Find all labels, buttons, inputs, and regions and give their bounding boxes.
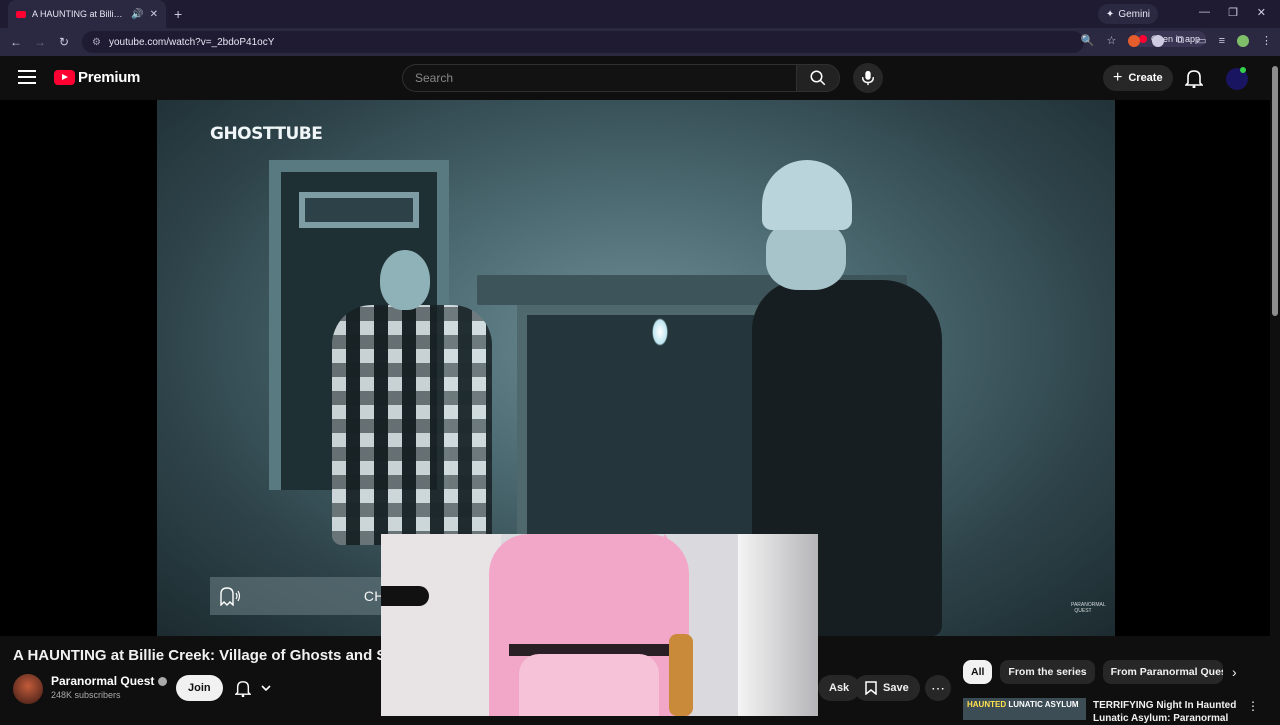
url-text: youtube.com/watch?v=_2bdoP41ocY xyxy=(108,36,275,48)
plus-icon: + xyxy=(1113,69,1123,86)
search-input[interactable]: Search xyxy=(402,64,796,92)
address-field[interactable]: ⚙ youtube.com/watch?v=_2bdoP41ocY xyxy=(82,31,1084,53)
webcam-overlay xyxy=(381,534,818,716)
recommended-thumbnail[interactable]: HAUNTED LUNATIC ASYLUM xyxy=(963,698,1086,720)
channel-name-text: Paranormal Quest xyxy=(51,674,155,688)
close-tab-icon[interactable]: ✕ xyxy=(150,9,158,20)
chevron-right-icon[interactable]: › xyxy=(1232,664,1237,680)
browser-tab[interactable]: A HAUNTING at Billie Creek 🔊 ✕ xyxy=(8,0,166,28)
thumbnail-text: HAUNTED LUNATIC ASYLUM xyxy=(967,700,1079,709)
youtube-favicon-icon xyxy=(16,10,26,18)
channel-avatar[interactable] xyxy=(13,674,43,704)
candle-flame xyxy=(652,318,668,346)
gemini-button[interactable]: ✦ Gemini xyxy=(1097,4,1158,24)
speaker-icon[interactable]: 🔊 xyxy=(131,9,143,20)
subscription-notification-button[interactable] xyxy=(225,675,281,701)
extensions-row: 🔍 ☆ ⧉ ▭ ≡ ⋮ xyxy=(1081,34,1272,47)
channel-name[interactable]: Paranormal Quest xyxy=(51,674,168,688)
search-button[interactable] xyxy=(796,64,840,92)
channel-watermark: PARANORMAL QUEST xyxy=(1071,602,1106,614)
save-button[interactable]: Save xyxy=(854,675,920,701)
ghost-icon xyxy=(220,587,241,606)
back-icon[interactable]: ← xyxy=(4,35,28,49)
extension-icon[interactable] xyxy=(1152,34,1165,47)
recommended-title[interactable]: TERRIFYING Night In Haunted Lunatic Asyl… xyxy=(1093,699,1243,725)
video-title: A HAUNTING at Billie Creek: Village of G… xyxy=(13,647,381,664)
ghosttube-logo: GHOSTTUBE xyxy=(210,124,323,144)
chevron-down-icon xyxy=(261,685,271,691)
related-filter-chips: All From the series From Paranormal Ques… xyxy=(963,660,1223,684)
verified-icon xyxy=(158,676,168,686)
search-placeholder: Search xyxy=(415,71,454,85)
media-controls-icon[interactable]: ≡ xyxy=(1219,35,1225,47)
close-window-icon[interactable]: ✕ xyxy=(1257,6,1266,19)
gemini-label: Gemini xyxy=(1118,8,1150,20)
profile-avatar-icon[interactable] xyxy=(1237,34,1249,47)
page-scrollbar[interactable] xyxy=(1270,56,1280,720)
zoom-icon[interactable]: 🔍 xyxy=(1081,34,1095,47)
voice-search-button[interactable] xyxy=(853,63,883,93)
new-tab-button[interactable]: + xyxy=(174,6,182,22)
site-info-icon[interactable]: ⚙ xyxy=(92,37,101,48)
person-plaid-shirt xyxy=(332,250,492,550)
join-button[interactable]: Join xyxy=(176,675,223,701)
create-label: Create xyxy=(1128,72,1163,84)
chip-from-channel[interactable]: From Paranormal Quest xyxy=(1102,660,1223,684)
cast-icon[interactable]: ▭ xyxy=(1196,34,1206,47)
browser-menu-icon[interactable]: ⋮ xyxy=(1261,34,1272,47)
save-label: Save xyxy=(883,682,909,694)
status-dot xyxy=(1240,67,1246,73)
brand-label: Premium xyxy=(78,69,141,86)
extensions-puzzle-icon[interactable]: ⧉ xyxy=(1176,34,1184,47)
youtube-premium-logo[interactable]: Premium xyxy=(54,69,140,86)
notifications-button[interactable] xyxy=(1184,68,1204,93)
reload-icon[interactable]: ↻ xyxy=(52,35,76,49)
chip-from-series[interactable]: From the series xyxy=(1000,660,1095,684)
create-button[interactable]: + Create xyxy=(1103,65,1173,91)
subscriber-count: 248K subscribers xyxy=(51,690,121,700)
bell-icon xyxy=(1184,70,1204,89)
restore-icon[interactable]: ❐ xyxy=(1228,6,1238,19)
ask-label: Ask xyxy=(829,682,850,694)
chip-all[interactable]: All xyxy=(963,660,993,684)
bookmark-icon xyxy=(865,681,877,695)
hamburger-menu-icon[interactable] xyxy=(18,70,36,84)
bookmark-star-icon[interactable]: ☆ xyxy=(1106,34,1116,47)
youtube-play-icon xyxy=(54,70,75,85)
youtube-header: Premium Search + Create xyxy=(0,56,1270,100)
extension-icon[interactable] xyxy=(1128,34,1141,47)
search-icon xyxy=(810,70,826,86)
bell-icon xyxy=(235,681,251,697)
forward-icon[interactable]: → xyxy=(28,35,52,49)
microphone-icon xyxy=(861,70,875,86)
account-avatar[interactable] xyxy=(1226,67,1248,90)
tab-title: A HAUNTING at Billie Creek xyxy=(32,9,125,19)
pink-cat-chair xyxy=(489,534,689,716)
sparkle-icon: ✦ xyxy=(1105,8,1115,20)
browser-tab-bar: A HAUNTING at Billie Creek 🔊 ✕ + ✦ Gemin… xyxy=(0,0,1280,28)
minimize-icon[interactable]: — xyxy=(1199,6,1210,18)
more-options-icon[interactable]: ⋮ xyxy=(1247,699,1259,713)
more-actions-button[interactable]: ⋯ xyxy=(925,675,951,701)
